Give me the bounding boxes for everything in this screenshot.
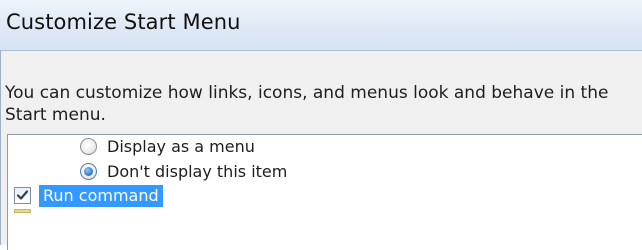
display-as-menu-radio[interactable]: [80, 138, 97, 155]
start-menu-options-list[interactable]: Display as a menu Don't display this ite…: [7, 134, 642, 250]
next-list-item-partial[interactable]: [11, 209, 611, 215]
run-command-option[interactable]: Run command: [11, 184, 611, 208]
dont-display-label: Don't display this item: [107, 162, 288, 181]
description-text: You can customize how links, icons, and …: [5, 83, 609, 125]
radio-selected-dot: [84, 167, 93, 176]
dont-display-radio[interactable]: [80, 163, 97, 180]
title-bar[interactable]: Customize Start Menu: [0, 0, 642, 51]
folder-icon: [14, 209, 31, 213]
display-as-menu-label: Display as a menu: [107, 137, 255, 156]
window-title: Customize Start Menu: [6, 10, 241, 34]
run-command-label: Run command: [39, 185, 163, 207]
checkmark-icon: [16, 190, 29, 200]
run-command-checkbox[interactable]: [14, 187, 31, 204]
